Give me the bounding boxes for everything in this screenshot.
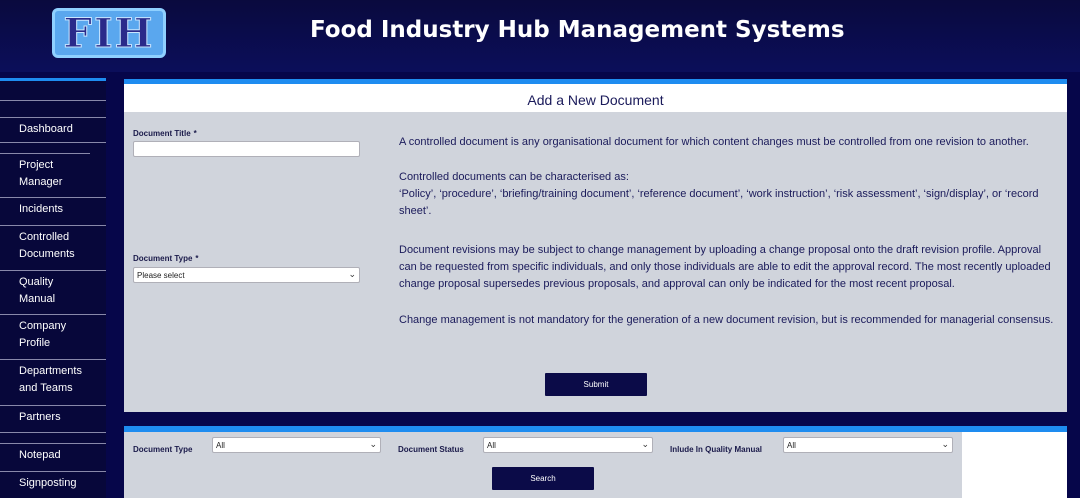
sidebar-item-notepad[interactable]: Notepad	[0, 443, 106, 471]
sidebar-item-label: Signposting	[19, 477, 77, 489]
sidebar-item-label: Partners	[19, 411, 61, 423]
info-paragraph-3a: Document revisions may be subject to cha…	[399, 244, 1051, 290]
filter-panel: Document Type All ⌄ Document Status All …	[124, 426, 1067, 498]
filter-document-type-select[interactable]: All ⌄	[212, 437, 381, 453]
required-marker: *	[193, 129, 197, 138]
document-type-select[interactable]: Please select ⌄	[133, 267, 360, 283]
sidebar-item-label: Dashboard	[19, 123, 73, 135]
sidebar-divider	[0, 432, 106, 433]
chevron-down-icon: ⌄	[369, 439, 377, 449]
required-marker: *	[195, 254, 199, 263]
sidebar-item-label: Controlled Documents	[19, 231, 75, 260]
submit-button[interactable]: Submit	[545, 373, 647, 396]
sidebar-item-label: Notepad	[19, 449, 61, 461]
filter-quality-manual-select[interactable]: All ⌄	[783, 437, 953, 453]
sidebar-item-label: Incidents	[19, 203, 64, 215]
info-paragraph-1: A controlled document is any organisatio…	[399, 136, 1029, 148]
select-value: Please select	[137, 271, 185, 280]
app-header: FIH Food Industry Hub Management Systems	[0, 0, 1080, 72]
chevron-down-icon: ⌄	[941, 439, 949, 449]
sidebar-divider	[0, 142, 106, 143]
info-paragraph-2a: Controlled documents can be characterise…	[399, 171, 629, 183]
sidebar-item-incidents[interactable]: Incidents	[0, 197, 106, 219]
sidebar-item-label: Company Profile	[19, 320, 67, 349]
app-title: Food Industry Hub Management Systems	[310, 17, 845, 43]
document-title-label: Document Title *	[133, 129, 197, 138]
sidebar: Dashboard Project Manager Incidents Cont…	[0, 78, 106, 498]
sidebar-item-label: Departments and Teams	[19, 365, 82, 394]
filter-document-status-label: Document Status	[398, 445, 464, 454]
chevron-down-icon: ⌄	[348, 269, 356, 279]
add-document-panel: Add a New Document Document Title * Docum…	[124, 79, 1067, 412]
sidebar-divider	[0, 100, 106, 101]
filter-quality-manual-label: Inlude In Quality Manual	[670, 445, 763, 454]
label-text: Document Title	[133, 129, 191, 138]
panel-title-bar: Add a New Document	[124, 84, 1067, 112]
select-value: All	[216, 441, 225, 450]
sidebar-item-dashboard[interactable]: Dashboard	[0, 117, 106, 142]
sidebar-item-project-manager[interactable]: Project Manager	[0, 153, 90, 193]
chevron-down-icon: ⌄	[641, 439, 649, 449]
search-button[interactable]: Search	[492, 467, 594, 490]
logo-text: FIH	[63, 9, 155, 57]
sidebar-item-company-profile[interactable]: Company Profile	[0, 314, 106, 356]
sidebar-item-departments-and-teams[interactable]: Departments and Teams	[0, 359, 106, 401]
sidebar-item-label: Quality Manual	[19, 276, 56, 305]
filter-document-type-label: Document Type	[133, 445, 193, 454]
info-paragraph-3b: Change management is not mandatory for t…	[399, 314, 1054, 326]
sidebar-item-label: Project Manager	[19, 159, 63, 188]
document-title-input[interactable]	[133, 141, 360, 157]
sidebar-item-partners[interactable]: Partners	[0, 405, 106, 433]
select-value: All	[787, 441, 796, 450]
sidebar-item-controlled-documents[interactable]: Controlled Documents	[0, 225, 106, 267]
select-value: All	[487, 441, 496, 450]
info-paragraph-2b: ‘Policy’, ‘procedure’, ‘briefing/trainin…	[399, 188, 1039, 217]
page-title: Add a New Document	[527, 92, 664, 108]
document-type-label: Document Type *	[133, 254, 199, 263]
sidebar-item-quality-manual[interactable]: Quality Manual	[0, 270, 106, 312]
fih-logo[interactable]: FIH	[52, 8, 166, 58]
filter-panel-blank	[962, 432, 1067, 498]
filter-document-status-select[interactable]: All ⌄	[483, 437, 653, 453]
label-text: Document Type	[133, 254, 193, 263]
sidebar-item-signposting[interactable]: Signposting	[0, 471, 106, 498]
